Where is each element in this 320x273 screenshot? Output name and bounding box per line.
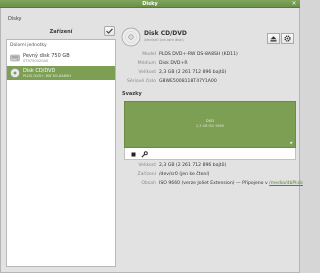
device-subtitle: /dev/sr0 (cd-rom disk) bbox=[144, 38, 184, 42]
device-item-harddisk[interactable]: Pevný disk 750 GB ST9750420AS bbox=[7, 51, 115, 65]
device-model: ST9750420AS bbox=[23, 59, 49, 63]
device-group-label: Dolomí jednotky bbox=[10, 43, 47, 48]
volume-map-partition[interactable]: DVD 2,3 GB ISO 9660 ★ bbox=[124, 101, 296, 148]
vol-content-key: Obsah bbox=[141, 181, 156, 186]
serial-value: G8WE5008118T47Y1A00 bbox=[159, 79, 217, 84]
device-model: PLDS DVD+-RW DS-8A8SH bbox=[23, 74, 72, 78]
size-row: Velikost 2,3 GB (2 261 712 896 bajtů) bbox=[122, 70, 297, 78]
device-item-cd-dvd[interactable]: Disk CD/DVD PLDS DVD+-RW DS-8A8SH bbox=[7, 66, 115, 80]
gear-icon bbox=[284, 35, 291, 42]
close-icon[interactable]: × bbox=[291, 1, 297, 7]
mounted-star-icon: ★ bbox=[289, 140, 293, 145]
disks-menu-label[interactable]: Disky bbox=[8, 16, 22, 22]
model-row: Model PLDS DVD+-RW DS-8A8SH (KD11) bbox=[122, 52, 297, 60]
volume-toolbar bbox=[124, 148, 296, 160]
wrench-icon bbox=[141, 150, 148, 158]
devices-header: Zařízení bbox=[6, 25, 116, 38]
media-row: Médium Disk DVD+R bbox=[122, 61, 297, 69]
hard-disk-icon bbox=[10, 54, 20, 62]
check-icon bbox=[106, 28, 113, 34]
vol-content-text: ISO 9660 (verze Joliet Extension) — Přip… bbox=[159, 181, 270, 186]
title-bar: Disky × bbox=[0, 0, 300, 8]
device-list: Dolomí jednotky Pevný disk 750 GB ST9750… bbox=[6, 39, 116, 267]
serial-key: Sériové číslo bbox=[126, 79, 156, 84]
vol-content-value: ISO 9660 (verze Joliet Extension) — Přip… bbox=[159, 181, 303, 186]
media-key: Médium bbox=[137, 61, 156, 66]
volume-options-button[interactable] bbox=[140, 150, 149, 158]
vol-size-value: 2,3 GB (2 261 712 896 bajtů) bbox=[159, 163, 227, 168]
volumes-heading: Svazky bbox=[122, 91, 142, 97]
volume-label: DVD bbox=[206, 119, 214, 123]
window-title: Disky bbox=[142, 1, 158, 7]
volume-size-label: 2,3 GB ISO 9660 bbox=[195, 124, 225, 128]
vol-size-row: Velikost 2,3 GB (2 261 712 896 bajtů) bbox=[122, 163, 297, 171]
vol-size-key: Velikost bbox=[138, 163, 156, 168]
optical-disc-icon bbox=[10, 68, 20, 78]
vol-device-row: Zařízení /dev/sr0 (jen ke čtení) bbox=[122, 172, 297, 180]
select-devices-button[interactable] bbox=[104, 26, 115, 36]
mount-point-link[interactable]: /media/dbPlick bbox=[269, 181, 303, 186]
serial-row: Sériové číslo G8WE5008118T47Y1A00 bbox=[122, 79, 297, 87]
vol-device-value: /dev/sr0 (jen ke čtení) bbox=[159, 172, 210, 177]
media-value: Disk DVD+R bbox=[159, 61, 188, 66]
eject-icon bbox=[270, 35, 277, 41]
stop-icon bbox=[131, 152, 136, 156]
app-window: Disky Zařízení Dolomí jednotky Pevný dis… bbox=[0, 8, 303, 273]
drive-settings-button[interactable] bbox=[281, 33, 294, 44]
model-key: Model bbox=[142, 52, 156, 57]
unmount-button[interactable] bbox=[129, 150, 138, 158]
eject-button[interactable] bbox=[267, 33, 280, 44]
model-value: PLDS DVD+-RW DS-8A8SH (KD11) bbox=[159, 52, 238, 57]
size-key: Velikost bbox=[138, 70, 156, 75]
size-value: 2,3 GB (2 261 712 896 bajtů) bbox=[159, 70, 227, 75]
vol-content-row: Obsah ISO 9660 (verze Joliet Extension) … bbox=[122, 181, 303, 189]
vol-device-key: Zařízení bbox=[137, 172, 156, 177]
device-title: Disk CD/DVD bbox=[144, 30, 187, 37]
optical-disc-icon bbox=[121, 27, 141, 47]
devices-heading: Zařízení bbox=[49, 29, 73, 35]
